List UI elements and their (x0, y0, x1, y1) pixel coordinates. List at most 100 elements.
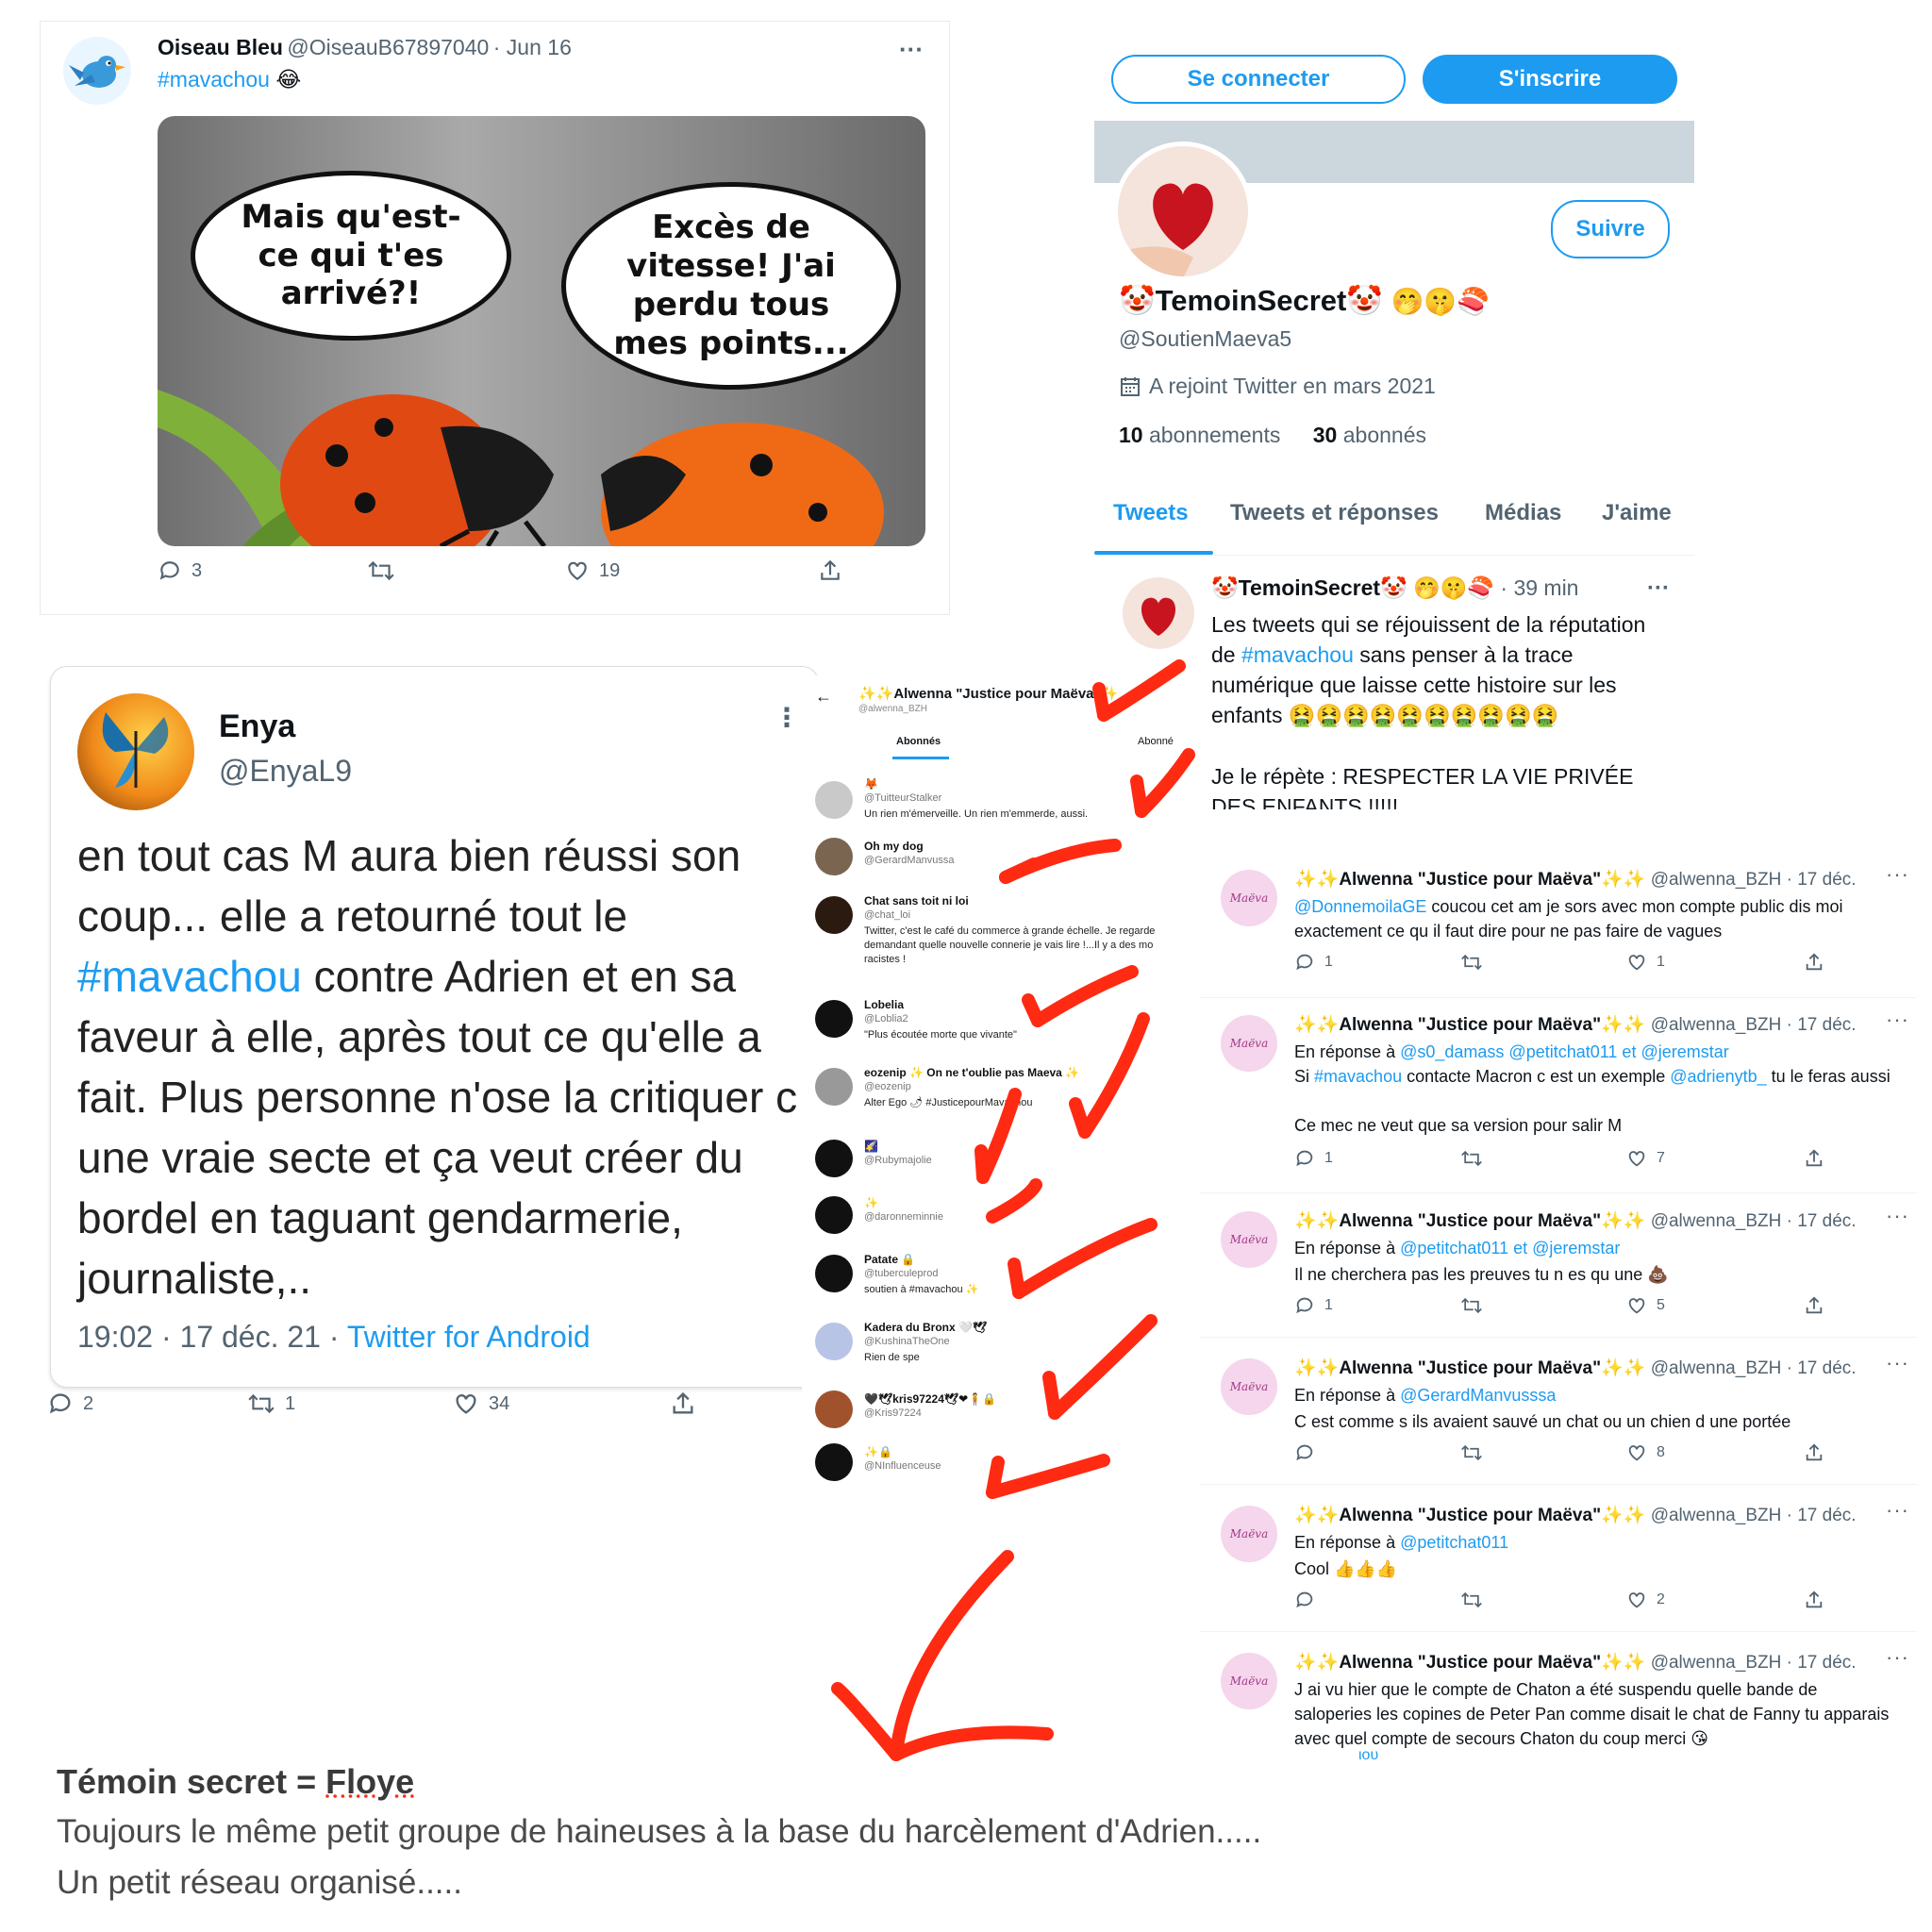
list-item[interactable]: ✨🔒 @NInfluenceuse (802, 1441, 1189, 1485)
bird-avatar[interactable] (63, 37, 131, 105)
list-item[interactable]: 🖤🕊kris97224🕊❤🧍🔒 @Kris97224 (802, 1389, 1189, 1432)
tweet-date[interactable]: · 17 déc. (1787, 1015, 1857, 1035)
reply-button[interactable]: 3 (158, 558, 202, 583)
reply-button[interactable]: 1 (1294, 1148, 1333, 1169)
share-button[interactable] (1804, 1442, 1824, 1463)
retweet-button[interactable] (1460, 1590, 1483, 1610)
avatar[interactable]: Maëva (1221, 1358, 1277, 1415)
retweet-button[interactable]: 1 (247, 1391, 295, 1416)
mention-link[interactable]: @petitchat011 (1400, 1533, 1508, 1552)
mention-link[interactable]: @s0_damass @petitchat011 et @jeremstar (1400, 1042, 1729, 1061)
author-name[interactable]: ✨✨Alwenna "Justice pour Maëva"✨✨ (1294, 1653, 1645, 1673)
tweet-date[interactable]: · 17 déc. (1787, 1211, 1857, 1231)
list-item[interactable]: Chat sans toit ni loi @chat_loi Twitter,… (802, 892, 1189, 987)
reply-button[interactable]: 1 (1294, 1295, 1333, 1316)
like-button[interactable]: 7 (1626, 1148, 1665, 1169)
author-name[interactable]: ✨✨Alwenna "Justice pour Maëva"✨✨ (1294, 1506, 1645, 1525)
more-options-icon[interactable]: ⋮ (774, 705, 800, 731)
reply-button[interactable] (1294, 1442, 1315, 1463)
avatar[interactable]: Maëva (1221, 1653, 1277, 1709)
share-button[interactable] (818, 558, 842, 583)
author-handle[interactable]: @OiseauB67897040 (287, 35, 489, 59)
tweet-date[interactable]: · Jun 16 (493, 35, 572, 59)
reply-button[interactable]: 1 (1294, 952, 1333, 973)
mention-link[interactable]: @petitchat011 et @jeremstar (1400, 1239, 1620, 1257)
author-handle[interactable]: @alwenna_BZH (1651, 1015, 1782, 1035)
retweet-button[interactable] (1460, 1295, 1483, 1316)
like-button[interactable]: 5 (1626, 1295, 1665, 1316)
hashtag-link[interactable]: #mavachou (158, 67, 270, 92)
list-item[interactable]: eozenip ✨ On ne t'oublie pas Maeva ✨ @eo… (802, 1064, 1189, 1121)
hashtag-link[interactable]: #mavachou (1241, 642, 1354, 667)
signup-button[interactable]: S'inscrire (1423, 55, 1677, 104)
avatar[interactable]: Maëva (1221, 870, 1277, 926)
reply-button[interactable] (1294, 1590, 1315, 1610)
list-item[interactable]: Oh my dog @GerardManvussa (802, 834, 1189, 877)
author-handle[interactable]: @alwenna_BZH (1651, 870, 1782, 890)
list-item[interactable]: Patate 🔒 @tuberculeprod soutien à #mavac… (802, 1251, 1189, 1304)
share-button[interactable] (1804, 952, 1824, 973)
tab-tweets[interactable]: Tweets (1113, 500, 1189, 526)
avatar[interactable]: Maëva (1221, 1015, 1277, 1072)
author-handle[interactable]: @alwenna_BZH (1651, 1653, 1782, 1673)
tweet-avatar[interactable] (1123, 577, 1194, 649)
more-options-icon[interactable]: ··· (1886, 1351, 1909, 1375)
like-button[interactable]: 19 (565, 558, 620, 583)
author-name[interactable]: ✨✨Alwenna "Justice pour Maëva"✨✨ (1294, 1015, 1645, 1035)
tweet-date[interactable]: · 17 déc. (1787, 1506, 1857, 1525)
author-handle[interactable]: @alwenna_BZH (1651, 1506, 1782, 1525)
list-item[interactable]: 🌠 @Rubymajolie (802, 1138, 1189, 1181)
author-name[interactable]: Enya (219, 708, 295, 745)
like-button[interactable]: 34 (453, 1391, 509, 1417)
author-name[interactable]: ✨✨Alwenna "Justice pour Maëva"✨✨ (1294, 1358, 1645, 1378)
mention-link[interactable]: @adrienytb_ (1670, 1067, 1766, 1086)
alwenna-tweet[interactable]: Maëva ✨✨Alwenna "Justice pour Maëva"✨✨ @… (1200, 1491, 1917, 1632)
alwenna-tweet[interactable]: Maëva ✨✨Alwenna "Justice pour Maëva"✨✨ @… (1200, 1000, 1917, 1193)
back-arrow-icon[interactable]: ← (815, 687, 832, 707)
more-options-icon[interactable]: ··· (1886, 862, 1909, 887)
hashtag-link[interactable]: #mavachou (77, 952, 302, 1001)
tab-tweets-replies[interactable]: Tweets et réponses (1230, 500, 1439, 526)
mention-link[interactable]: @GerardManvusssa (1400, 1386, 1556, 1405)
like-button[interactable]: 8 (1626, 1442, 1665, 1463)
share-button[interactable] (1804, 1590, 1824, 1610)
alwenna-tweet[interactable]: Maëva ✨✨Alwenna "Justice pour Maëva"✨✨ @… (1200, 855, 1917, 998)
retweet-button[interactable] (1460, 952, 1483, 973)
reply-button[interactable]: 2 (47, 1391, 93, 1417)
retweet-button[interactable] (1460, 1442, 1483, 1463)
list-item[interactable]: ✨ @daronneminnie (802, 1194, 1189, 1238)
followers-link[interactable]: 30 abonnés (1313, 423, 1426, 447)
avatar[interactable]: Maëva (1221, 1506, 1277, 1562)
tweet-date[interactable]: · 17 déc. (1787, 1653, 1857, 1673)
list-item[interactable]: Kadera du Bronx 🤍🕊 @KushinaTheOne Rien d… (802, 1319, 1189, 1372)
follow-button[interactable]: Suivre (1551, 200, 1670, 258)
profile-avatar[interactable] (1113, 142, 1253, 281)
tweet-image[interactable]: Mais qu'est-ce qui t'es arrivé?! Excès d… (158, 116, 925, 546)
more-options-icon[interactable]: ··· (1886, 1498, 1909, 1523)
more-options-icon[interactable]: ··· (899, 35, 924, 64)
list-item[interactable]: Lobelia @Loblia2 "Plus écoutée morte que… (802, 996, 1189, 1053)
mention-link[interactable]: @DonnemoilaGE (1294, 897, 1426, 916)
alwenna-tweet[interactable]: Maëva ✨✨Alwenna "Justice pour Maëva"✨✨ @… (1200, 1638, 1917, 1749)
like-button[interactable]: 1 (1626, 952, 1665, 973)
share-button[interactable] (670, 1391, 696, 1417)
tab-media[interactable]: Médias (1485, 500, 1561, 526)
more-options-icon[interactable]: ··· (1647, 575, 1670, 602)
tab-likes[interactable]: J'aime (1602, 500, 1672, 526)
author-name[interactable]: ✨✨Alwenna "Justice pour Maëva"✨✨ (1294, 870, 1645, 890)
tweet-date[interactable]: · 17 déc. (1787, 870, 1857, 890)
tweet-source[interactable]: Twitter for Android (347, 1320, 591, 1354)
more-options-icon[interactable]: ··· (1886, 1645, 1909, 1670)
more-options-icon[interactable]: ··· (1886, 1008, 1909, 1032)
alwenna-tweet[interactable]: Maëva ✨✨Alwenna "Justice pour Maëva"✨✨ @… (1200, 1196, 1917, 1338)
list-item[interactable]: 🦊 @TuitteurStalker Un rien m'émerveille.… (802, 777, 1189, 830)
tab-following[interactable]: Abonné (1138, 736, 1174, 747)
following-link[interactable]: 10 abonnements (1119, 423, 1280, 447)
alwenna-tweet[interactable]: Maëva ✨✨Alwenna "Justice pour Maëva"✨✨ @… (1200, 1343, 1917, 1485)
like-button[interactable]: 2 (1626, 1590, 1665, 1610)
tweet-author-name[interactable]: TemoinSecret (1239, 575, 1380, 600)
author-name[interactable]: Oiseau Bleu (158, 35, 283, 59)
retweet-button[interactable] (367, 558, 395, 583)
tab-followers[interactable]: Abonnés (896, 736, 941, 747)
share-button[interactable] (1804, 1148, 1824, 1169)
